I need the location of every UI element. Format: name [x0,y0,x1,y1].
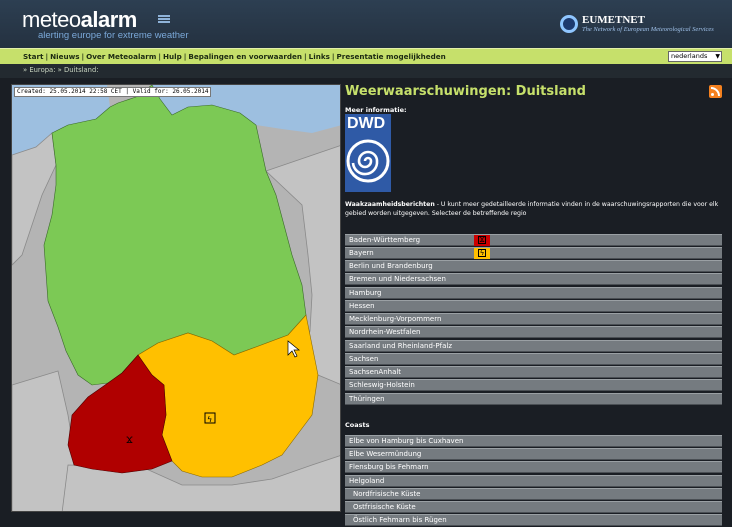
coast-label: Ostfrisische Küste [353,503,416,511]
dwd-spiral-icon [346,139,390,183]
breadcrumb[interactable]: » Europa: » Duitsland: [23,66,99,74]
nav-start[interactable]: Start [23,52,43,61]
page-title: Weerwaarschuwingen: Duitsland [345,84,586,99]
region-row-schleswig[interactable]: Schleswig-Holstein [345,379,722,391]
nav-links: Start | Nieuws | Over Meteoalarm | Hulp | Bepali… [23,52,446,61]
eumetnet-name: EUMETNET [582,14,645,26]
coast-row-nordfrisisch[interactable]: Nordfrisische Küste [345,488,722,500]
region-label: Hessen [349,302,375,310]
rss-icon[interactable] [709,85,722,98]
coast-label: Elbe von Hamburg bis Cuxhaven [349,437,464,445]
coast-label: Elbe Wesermündung [349,450,422,458]
region-row-nrw[interactable]: Nordrhein-Westfalen [345,326,722,338]
region-label: Bremen und Niedersachsen [349,275,446,283]
region-label: Saarland und Rheinland-Pfalz [349,342,453,350]
nav-separator: | [45,52,49,61]
coast-label: Helgoland [349,477,385,485]
region-row-bremen[interactable]: Bremen und Niedersachsen [345,273,722,285]
language-select[interactable]: nederlands ▼ [668,51,722,62]
region-row-mecklenburg[interactable]: Mecklenburg-Vorpommern [345,313,722,325]
region-row-thueringen[interactable]: Thüringen [345,393,722,405]
region-label: Mecklenburg-Vorpommern [349,315,442,323]
eumetnet-logo[interactable]: EUMETNET The Network of European Meteoro… [560,13,730,35]
storm-warning-icon: Ϫ [126,436,133,446]
dwd-logo[interactable]: DWD [345,114,391,192]
germany-map[interactable]: Ϫ ϟ [12,85,341,512]
coast-row-fehmarn-ruegen[interactable]: Östlich Fehmarn bis Rügen [345,514,722,526]
region-label: Thüringen [349,395,385,403]
coast-label: Nordfrisische Küste [353,490,421,498]
region-label: Hamburg [349,289,382,297]
region-label: Schleswig-Holstein [349,381,415,389]
eumetnet-circle-icon [560,15,578,33]
coast-row-elbe-weser[interactable]: Elbe Wesermündung [345,448,722,460]
warning-map: Ϫ ϟ Created: 25.05.2014 22:58 CET | Vali… [11,84,341,512]
dwd-label: DWD [347,115,386,132]
breadcrumb-bar: » Europa: » Duitsland: [0,64,732,78]
more-info-label: Meer informatie: [345,106,407,114]
region-row-sachsenanhalt[interactable]: SachsenAnhalt [345,366,722,378]
region-row-sachsen[interactable]: Sachsen [345,353,722,365]
region-label: Bayern [349,249,374,257]
region-row-hessen[interactable]: Hessen [345,300,722,312]
site-header: meteoalarm alerting europe for extreme w… [0,0,732,48]
coast-row-helgoland[interactable]: Helgoland [345,475,722,487]
description: Waakzaamheidsberichten - U kunt meer ged… [345,201,723,218]
region-label: Berlin und Brandenburg [349,262,433,270]
coast-row-flensburg[interactable]: Flensburg bis Fehmarn [345,461,722,473]
region-label: Baden-Württemberg [349,236,421,244]
region-label: Sachsen [349,355,379,363]
warnings-panel: Weerwaarschuwingen: Duitsland Meer infor… [345,80,725,527]
thunderstorm-icon: ϟ [478,249,486,257]
eumetnet-subtitle: The Network of European Meteorological S… [582,26,714,33]
nav-separator: | [331,52,335,61]
tagline: alerting europe for extreme weather [38,30,189,41]
coasts-heading: Coasts [345,421,370,429]
region-label: Nordrhein-Westfalen [349,328,421,336]
coast-row-elbe-hamburg[interactable]: Elbe von Hamburg bis Cuxhaven [345,435,722,447]
language-value: nederlands [671,52,708,60]
coast-label: Flensburg bis Fehmarn [349,463,429,471]
main-nav: Start | Nieuws | Over Meteoalarm | Hulp | Bepali… [0,48,732,64]
region-row-hamburg[interactable]: Hamburg [345,287,722,299]
coast-row-ostfrisisch[interactable]: Ostfrisische Küste [345,501,722,513]
nav-separator: | [183,52,187,61]
nav-separator: | [304,52,307,61]
nav-about[interactable]: Over Meteoalarm [86,52,156,61]
red-warning-badge: Ϫ [474,235,490,246]
meteoalarm-logo[interactable]: meteoalarm [22,9,137,31]
description-heading: Waakzaamheidsberichten [345,201,435,208]
map-caption: Created: 25.05.2014 22:58 CET | Valid fo… [14,87,212,97]
region-row-baden-wuerttemberg[interactable]: Baden-Württemberg Ϫ [345,234,722,246]
thunderstorm-bolt-icon: ϟ [207,415,212,424]
region-label: SachsenAnhalt [349,368,402,376]
nav-separator: | [158,52,161,61]
nav-help[interactable]: Hulp [163,52,182,61]
nav-news[interactable]: Nieuws [50,52,79,61]
storm-icon: Ϫ [478,236,486,244]
orange-warning-badge: ϟ [474,248,490,259]
logo-stripes-icon [158,15,170,25]
nav-presentation[interactable]: Presentatie mogelijkheden [337,52,446,61]
chevron-down-icon: ▼ [715,53,720,60]
nav-separator: | [81,52,85,61]
nav-links-page[interactable]: Links [309,52,330,61]
region-row-berlin[interactable]: Berlin und Brandenburg [345,260,722,272]
region-row-saarland[interactable]: Saarland und Rheinland-Pfalz [345,340,722,352]
nav-terms[interactable]: Bepalingen en voorwaarden [188,52,302,61]
coast-label: Östlich Fehmarn bis Rügen [353,516,447,524]
region-row-bayern[interactable]: Bayern ϟ [345,247,722,259]
